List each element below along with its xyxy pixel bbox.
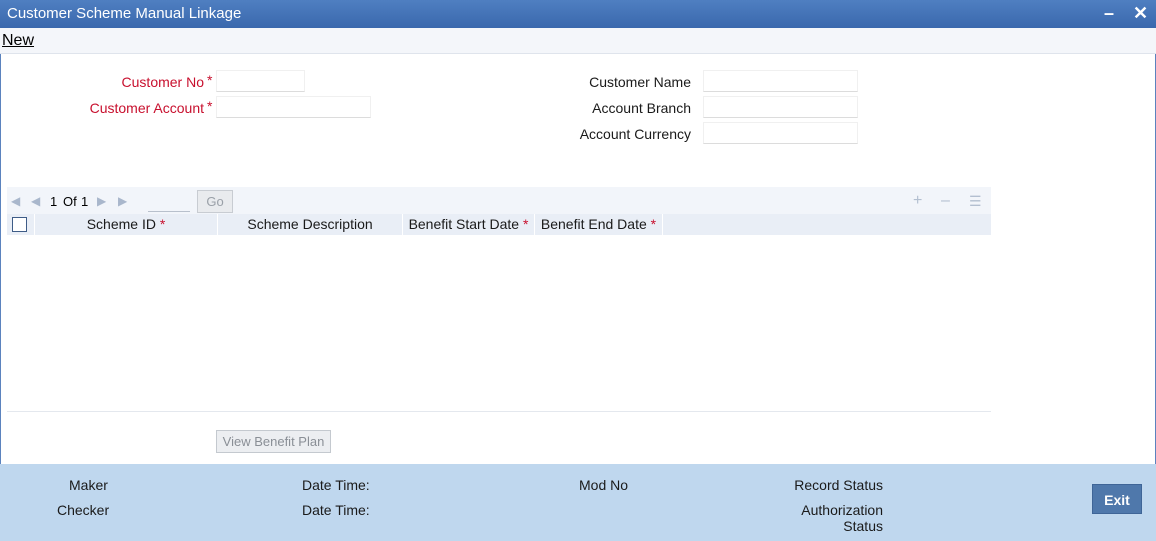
account-currency-label: Account Currency [579,126,691,142]
mod-no-label: Mod No [579,477,629,493]
authorization-status-label-line2: Status [843,518,883,534]
select-all-cell [7,214,35,235]
maker-date-time-label: Date Time: [302,477,370,493]
add-row-icon[interactable]: + [913,192,922,210]
go-button[interactable]: Go [197,190,233,213]
maker-label: Maker [69,477,108,493]
column-header-benefit-start-date[interactable]: Benefit Start Date * [403,214,535,235]
account-currency-field[interactable] [703,122,858,144]
benefit-start-date-header-label: Benefit Start Date [408,216,520,232]
scheme-id-required-marker: * [159,216,166,232]
new-link[interactable]: New [2,32,34,50]
checker-label: Checker [57,502,110,518]
customer-name-field[interactable] [703,70,858,92]
select-all-checkbox[interactable] [12,217,27,232]
next-page-icon[interactable]: ▶ [97,194,106,208]
window-title: Customer Scheme Manual Linkage [7,5,242,22]
last-page-icon[interactable]: ▶​ [118,194,127,208]
customer-no-label: Customer No [121,74,204,90]
checker-date-time-label: Date Time: [302,502,370,518]
total-pages: 1 [81,194,89,209]
view-benefit-plan-button[interactable]: View Benefit Plan [216,430,331,453]
page-number-input[interactable] [148,191,190,212]
customer-account-field[interactable] [216,96,371,118]
benefit-start-date-required-marker: * [522,216,529,232]
minimize-icon[interactable]: – [1104,3,1114,24]
benefit-end-date-required-marker: * [650,216,657,232]
grid-navigation-bar: ◀​ ◀ 1 Of 1 ▶ ▶​ Go + – ☰ [7,187,991,215]
customer-no-field[interactable] [216,70,305,92]
close-icon[interactable]: ✕ [1133,3,1148,24]
grid-header: Scheme ID * Scheme Description Benefit S… [7,214,991,235]
account-branch-label: Account Branch [592,100,691,116]
audit-footer: Maker Checker Date Time: Date Time: Mod … [0,464,1156,541]
column-header-scheme-id[interactable]: Scheme ID * [35,214,218,235]
scheme-id-header-label: Scheme ID [86,216,156,232]
customer-account-label: Customer Account [89,100,204,116]
current-page: 1 [50,194,58,209]
account-branch-field[interactable] [703,96,858,118]
customer-name-label: Customer Name [589,74,691,90]
previous-page-icon[interactable]: ◀ [31,194,40,208]
first-page-icon[interactable]: ◀​ [11,194,20,208]
page-of-label: Of [63,194,77,209]
scheme-description-header-label: Scheme Description [247,216,373,232]
authorization-status-label-line1: Authorization [801,502,883,518]
customer-account-required-marker: * [207,98,213,114]
exit-button[interactable]: Exit [1092,484,1142,514]
column-header-scheme-description[interactable]: Scheme Description [218,214,403,235]
benefit-end-date-header-label: Benefit End Date [540,216,647,232]
menu-bar: New [0,28,1156,54]
column-header-benefit-end-date[interactable]: Benefit End Date * [535,214,663,235]
single-view-icon[interactable]: ☰ [969,193,982,210]
scheme-grid: ◀​ ◀ 1 Of 1 ▶ ▶​ Go + – ☰ Scheme ID * Sc… [7,187,991,412]
record-status-label: Record Status [794,477,883,493]
title-bar: Customer Scheme Manual Linkage – ✕ [0,0,1156,28]
delete-row-icon[interactable]: – [941,192,950,210]
customer-no-required-marker: * [207,72,213,88]
